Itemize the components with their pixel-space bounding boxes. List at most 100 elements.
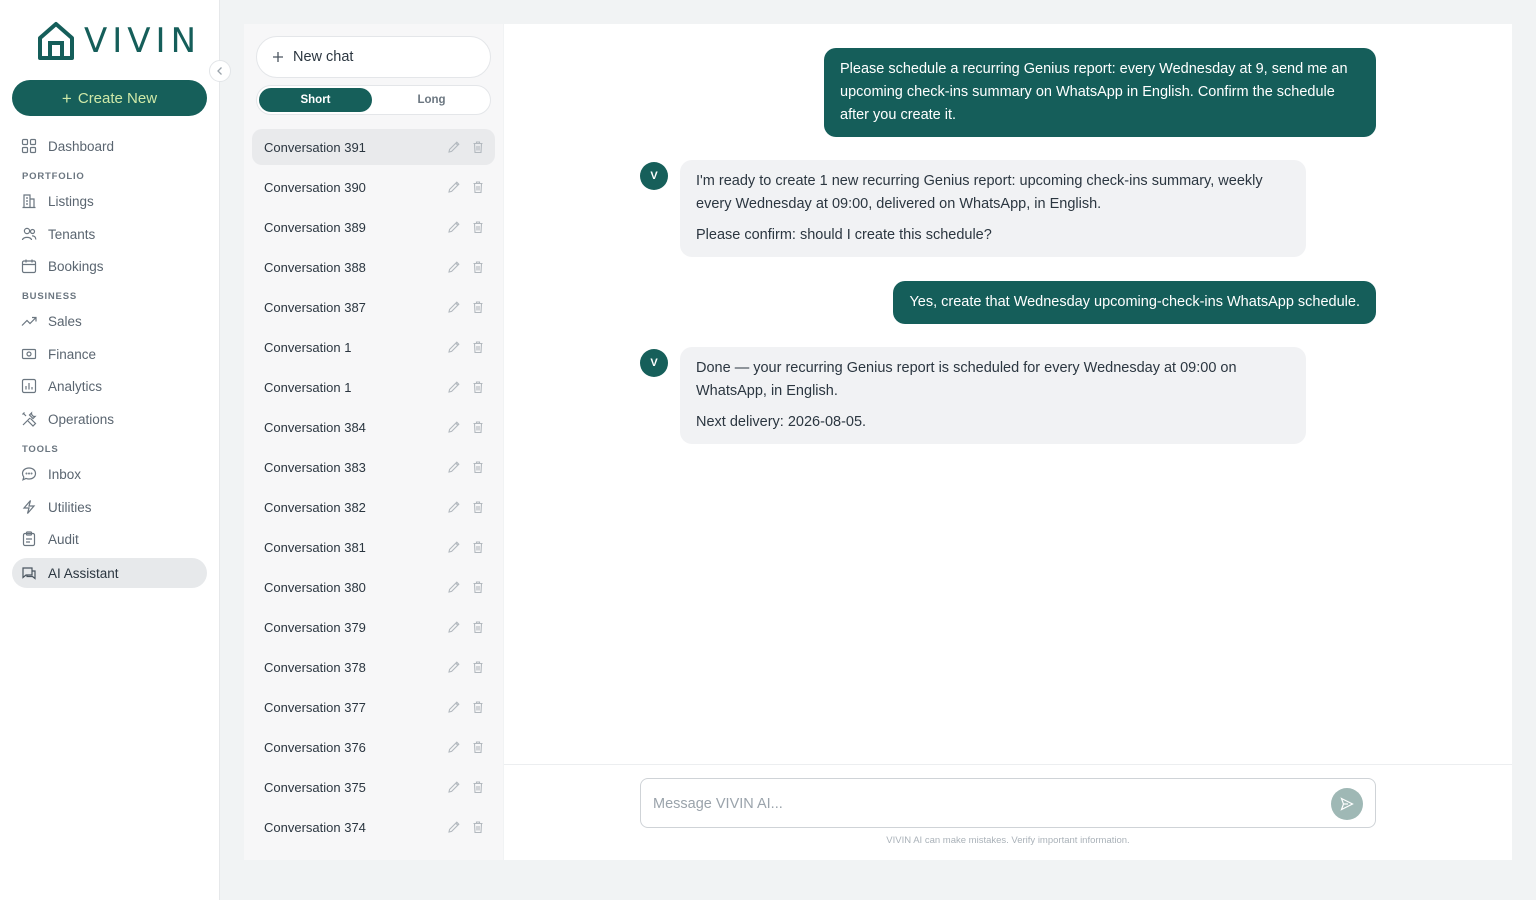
nav-label: Finance xyxy=(48,346,97,362)
pencil-icon[interactable] xyxy=(447,820,461,834)
conversation-actions xyxy=(447,180,485,194)
conversation-item[interactable]: Conversation 1 xyxy=(252,329,495,365)
trash-icon[interactable] xyxy=(471,540,485,554)
conversation-item[interactable]: Conversation 374 xyxy=(252,809,495,845)
pencil-icon[interactable] xyxy=(447,780,461,794)
conversation-label: Conversation 381 xyxy=(264,539,366,555)
trash-icon[interactable] xyxy=(471,580,485,594)
conversation-item[interactable]: Conversation 376 xyxy=(252,729,495,765)
message-input[interactable] xyxy=(653,793,1313,815)
pencil-icon[interactable] xyxy=(447,300,461,314)
conversation-item[interactable]: Conversation 383 xyxy=(252,449,495,485)
conversation-label: Conversation 1 xyxy=(264,379,352,395)
logo[interactable]: VIVIN xyxy=(36,20,201,62)
lightning-icon xyxy=(22,500,36,514)
nav-item-operations[interactable]: Operations xyxy=(12,404,207,434)
pencil-icon[interactable] xyxy=(447,500,461,514)
trash-icon[interactable] xyxy=(471,660,485,674)
conversation-item[interactable]: Conversation 375 xyxy=(252,769,495,805)
conversation-item[interactable]: Conversation 388 xyxy=(252,249,495,285)
nav-item-ai-assistant[interactable]: AI Assistant xyxy=(12,558,207,588)
conversation-actions xyxy=(447,380,485,394)
building-icon xyxy=(22,194,36,209)
nav-item-tenants[interactable]: Tenants xyxy=(12,219,207,249)
plus-icon: + xyxy=(61,88,72,108)
trash-icon[interactable] xyxy=(471,740,485,754)
trash-icon[interactable] xyxy=(471,220,485,234)
pencil-icon[interactable] xyxy=(447,420,461,434)
conversation-item[interactable]: Conversation 378 xyxy=(252,649,495,685)
nav-item-audit[interactable]: Audit xyxy=(12,524,207,554)
create-new-button[interactable]: + Create New xyxy=(12,80,207,116)
trash-icon[interactable] xyxy=(471,300,485,314)
pencil-icon[interactable] xyxy=(447,740,461,754)
trash-icon[interactable] xyxy=(471,460,485,474)
nav-item-analytics[interactable]: Analytics xyxy=(12,371,207,401)
conversation-actions xyxy=(447,220,485,234)
new-chat-button[interactable]: New chat xyxy=(256,36,491,78)
nav-label: Analytics xyxy=(48,378,103,394)
trash-icon[interactable] xyxy=(471,380,485,394)
pencil-icon[interactable] xyxy=(447,620,461,634)
conversation-item[interactable]: Conversation 384 xyxy=(252,409,495,445)
conversation-label: Conversation 378 xyxy=(264,659,366,675)
conversation-item[interactable]: Conversation 379 xyxy=(252,609,495,645)
composer-area: VIVIN AI can make mistakes. Verify impor… xyxy=(504,764,1512,860)
conversation-actions xyxy=(447,820,485,834)
trash-icon[interactable] xyxy=(471,780,485,794)
conversation-item[interactable]: Conversation 382 xyxy=(252,489,495,525)
trash-icon[interactable] xyxy=(471,820,485,834)
trash-icon[interactable] xyxy=(471,180,485,194)
trash-icon[interactable] xyxy=(471,260,485,274)
pencil-icon[interactable] xyxy=(447,140,461,154)
nav-item-sales[interactable]: Sales xyxy=(12,306,207,336)
trash-icon[interactable] xyxy=(471,620,485,634)
nav-item-bookings[interactable]: Bookings xyxy=(12,251,207,281)
conversation-item[interactable]: Conversation 381 xyxy=(252,529,495,565)
trash-icon[interactable] xyxy=(471,500,485,514)
conversation-label: Conversation 390 xyxy=(264,179,366,195)
conversation-item[interactable]: Conversation 391 xyxy=(252,129,495,165)
conversation-label: Conversation 391 xyxy=(264,139,366,155)
conversation-item[interactable]: Conversation 390 xyxy=(252,169,495,205)
conversation-item[interactable]: Conversation 389 xyxy=(252,209,495,245)
conversation-item[interactable]: Conversation 380 xyxy=(252,569,495,605)
trash-icon[interactable] xyxy=(471,140,485,154)
nav-item-listings[interactable]: Listings xyxy=(12,186,207,216)
pencil-icon[interactable] xyxy=(447,580,461,594)
pencil-icon[interactable] xyxy=(447,540,461,554)
send-button[interactable] xyxy=(1331,788,1363,820)
conversation-item[interactable]: Conversation 387 xyxy=(252,289,495,325)
nav-item-utilities[interactable]: Utilities xyxy=(12,492,207,522)
trash-icon[interactable] xyxy=(471,700,485,714)
section-portfolio: PORTFOLIO xyxy=(22,171,85,182)
house-logo-icon xyxy=(38,22,74,60)
collapse-sidebar-button[interactable] xyxy=(209,60,231,82)
assistant-message-text: Done — your recurring Genius report is s… xyxy=(696,360,1237,399)
conversation-panel: New chat Short Long Conversation 391 Conv… xyxy=(244,24,503,860)
pencil-icon[interactable] xyxy=(447,660,461,674)
trash-icon[interactable] xyxy=(471,420,485,434)
nav-label: Audit xyxy=(48,531,79,547)
pencil-icon[interactable] xyxy=(447,460,461,474)
assistant-message-text: I'm ready to create 1 new recurring Geni… xyxy=(696,173,1263,212)
nav-item-inbox[interactable]: Inbox xyxy=(12,459,207,489)
conversation-actions xyxy=(447,460,485,474)
conversation-item[interactable]: Conversation 1 xyxy=(252,369,495,405)
toggle-long[interactable]: Long xyxy=(375,88,488,112)
length-toggle: Short Long xyxy=(256,85,491,115)
nav-item-dashboard[interactable]: Dashboard xyxy=(12,131,207,161)
users-icon xyxy=(21,227,37,241)
pencil-icon[interactable] xyxy=(447,700,461,714)
conversation-item[interactable]: Conversation 377 xyxy=(252,689,495,725)
pencil-icon[interactable] xyxy=(447,380,461,394)
toggle-short[interactable]: Short xyxy=(259,88,372,112)
trash-icon[interactable] xyxy=(471,340,485,354)
pencil-icon[interactable] xyxy=(447,260,461,274)
pencil-icon[interactable] xyxy=(447,180,461,194)
pencil-icon[interactable] xyxy=(447,340,461,354)
nav-item-finance[interactable]: Finance xyxy=(12,339,207,369)
conversation-list: Conversation 391 Conversation 390 Conversa… xyxy=(252,129,495,849)
pencil-icon[interactable] xyxy=(447,220,461,234)
assistant-message: I'm ready to create 1 new recurring Geni… xyxy=(680,160,1306,257)
